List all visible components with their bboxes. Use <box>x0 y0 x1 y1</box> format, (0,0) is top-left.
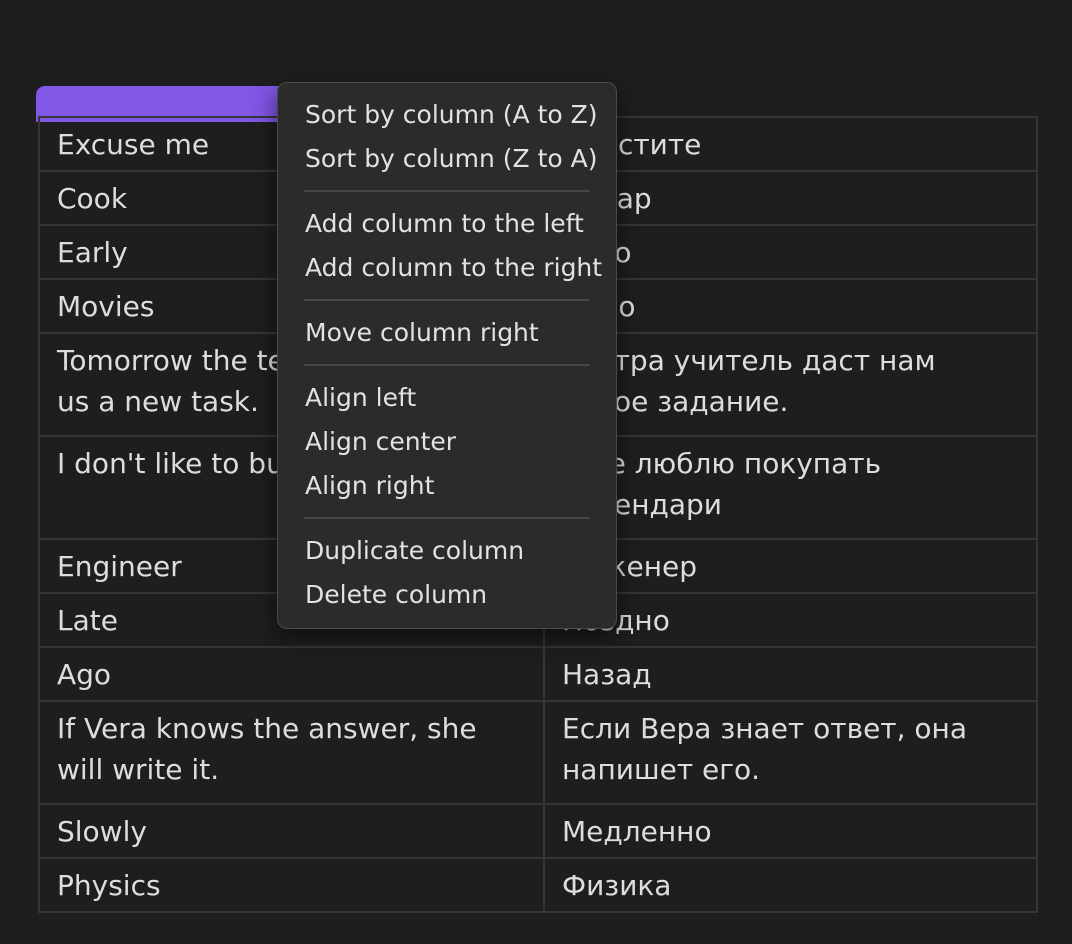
menu-item-sort-a-to-z[interactable]: Sort by column (A to Z) <box>278 93 616 137</box>
table-cell-ru[interactable]: Кино <box>543 278 1038 334</box>
table-row: If Vera knows the answer, she will write… <box>38 700 1038 805</box>
table-cell-ru[interactable]: Повар <box>543 170 1038 226</box>
menu-item-sort-z-to-a[interactable]: Sort by column (Z to A) <box>278 137 616 181</box>
table-cell-en[interactable]: If Vera knows the answer, she will write… <box>38 700 545 805</box>
menu-separator <box>304 190 590 192</box>
menu-item-align-right[interactable]: Align right <box>278 464 616 508</box>
table-cell-ru[interactable]: Простите <box>543 116 1038 172</box>
menu-item-move-column-right[interactable]: Move column right <box>278 311 616 355</box>
table-cell-ru[interactable]: Поздно <box>543 592 1038 648</box>
menu-item-duplicate-column[interactable]: Duplicate column <box>278 529 616 573</box>
table-row: Physics Физика <box>38 857 1038 913</box>
table-cell-ru[interactable]: Инженер <box>543 538 1038 594</box>
menu-item-add-column-right[interactable]: Add column to the right <box>278 246 616 290</box>
table-cell-ru[interactable]: Рано <box>543 224 1038 280</box>
table-row: Slowly Медленно <box>38 803 1038 859</box>
menu-separator <box>304 299 590 301</box>
menu-item-align-center[interactable]: Align center <box>278 420 616 464</box>
table-cell-ru[interactable]: Физика <box>543 857 1038 913</box>
menu-item-align-left[interactable]: Align left <box>278 376 616 420</box>
table-cell-en[interactable]: Physics <box>38 857 545 913</box>
table-cell-ru[interactable]: Назад <box>543 646 1038 702</box>
menu-separator <box>304 517 590 519</box>
editor-view: Excuse me Простите Cook Повар Early Рано… <box>0 0 1072 944</box>
menu-separator <box>304 364 590 366</box>
table-cell-en[interactable]: Slowly <box>38 803 545 859</box>
menu-item-add-column-left[interactable]: Add column to the left <box>278 202 616 246</box>
table-cell-en[interactable]: Ago <box>38 646 545 702</box>
table-cell-ru[interactable]: Я не люблю покупать календари <box>543 435 1038 540</box>
table-cell-ru[interactable]: Медленно <box>543 803 1038 859</box>
table-row: Ago Назад <box>38 646 1038 702</box>
menu-item-delete-column[interactable]: Delete column <box>278 573 616 617</box>
table-cell-ru[interactable]: Если Вера знает ответ, она напишет его. <box>543 700 1038 805</box>
column-context-menu: Sort by column (A to Z) Sort by column (… <box>277 82 617 629</box>
table-cell-ru[interactable]: Завтра учитель даст нам новое задание. <box>543 332 1038 437</box>
